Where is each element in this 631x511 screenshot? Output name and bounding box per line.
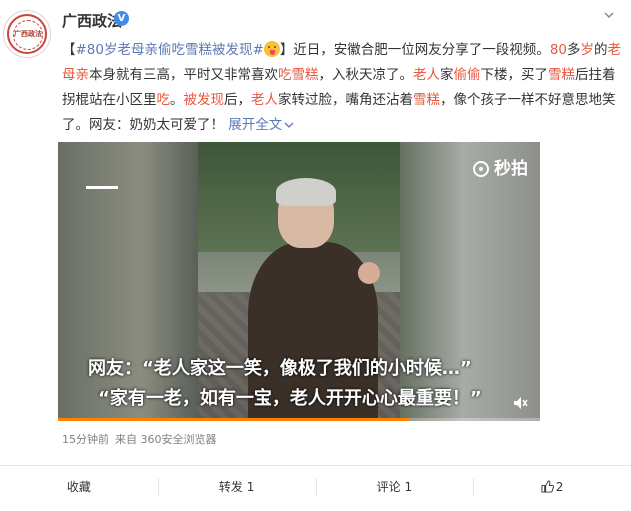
post-text-segment: 本身就有三高，平时又非常喜欢: [89, 67, 278, 83]
highlighted-keyword: 老人: [413, 67, 440, 83]
highlighted-keyword: 雪糕: [548, 67, 575, 83]
verified-badge-icon: V: [114, 11, 129, 26]
post-text-segment: 家转过脸，嘴角还沾着: [278, 92, 413, 108]
post-text-segment: 。: [170, 92, 184, 108]
comment-button[interactable]: 评论 1: [315, 466, 474, 511]
post-meta: 15分钟前 来自 360安全浏览器: [62, 431, 223, 447]
weibo-post-card: 广西政法 广西政法 V 【#80岁老母亲偷吃雪糕被发现# 】近日，安徽合肥一位网友…: [0, 0, 631, 511]
highlighted-keyword: 吃雪糕: [278, 67, 319, 83]
highlighted-keyword: 岁: [580, 42, 595, 58]
post-text-segment: 下楼，买了: [480, 67, 549, 83]
post-text-segment: 后，: [224, 92, 251, 108]
eye-icon: [473, 161, 489, 177]
favorite-button[interactable]: 收藏: [0, 466, 158, 511]
post-text-segment: 的: [594, 42, 608, 58]
miaopai-watermark: 秒拍: [473, 154, 528, 179]
video-progress-bar[interactable]: [58, 418, 540, 421]
highlighted-keyword: 老人: [251, 92, 278, 108]
post-text-segment: 家: [440, 67, 454, 83]
action-bar: 收藏 转发 1 评论 1 2: [0, 466, 631, 511]
chevron-down-icon[interactable]: [604, 10, 614, 20]
chevron-down-icon: [284, 122, 294, 128]
highlighted-keyword: 雪糕: [413, 92, 440, 108]
video-caption-line2: “家有一老，如有一宝，老人开开心心最重要！”: [98, 388, 482, 409]
highlighted-keyword: 吃: [156, 92, 171, 108]
post-time[interactable]: 15分钟前: [62, 433, 109, 446]
post-source: 来自 360安全浏览器: [115, 433, 217, 446]
highlighted-keyword: 被发现: [183, 92, 225, 108]
avatar-text: 广西政法: [14, 30, 42, 38]
post-text-segment: 多: [567, 42, 581, 58]
mute-icon[interactable]: [512, 395, 528, 411]
channel-logo-mark: [86, 186, 118, 189]
tongue-out-emoji-icon: [263, 41, 280, 57]
video-player[interactable]: 秒拍 网友：“老人家这一笑，像极了我们的小时候…” “家有一老，如有一宝，老人开…: [58, 142, 540, 421]
video-progress-fill: [58, 418, 410, 421]
post-text-segment: ，入秋天凉了。: [318, 67, 414, 83]
post-text: 【#80岁老母亲偷吃雪糕被发现# 】近日，安徽合肥一位网友分享了一段视频。80多岁…: [62, 38, 622, 138]
highlighted-keyword: 偷偷: [453, 67, 481, 83]
author-name[interactable]: 广西政法: [62, 10, 122, 31]
avatar[interactable]: 广西政法: [3, 10, 51, 58]
topic-hashtag-link[interactable]: #80岁老母亲偷吃雪糕被发现#: [76, 42, 264, 58]
post-text-segment: 】近日，安徽合肥一位网友分享了一段视频。: [279, 42, 550, 58]
thumbs-up-icon: [541, 480, 554, 493]
video-caption-line1: 网友：“老人家这一笑，像极了我们的小时候…”: [88, 358, 472, 379]
repost-button[interactable]: 转发 1: [157, 466, 316, 511]
post-text-segment: 【: [62, 42, 76, 58]
highlighted-keyword: 80: [549, 42, 567, 58]
like-button[interactable]: 2: [473, 466, 631, 511]
expand-full-text-link[interactable]: 展开全文: [228, 117, 294, 133]
